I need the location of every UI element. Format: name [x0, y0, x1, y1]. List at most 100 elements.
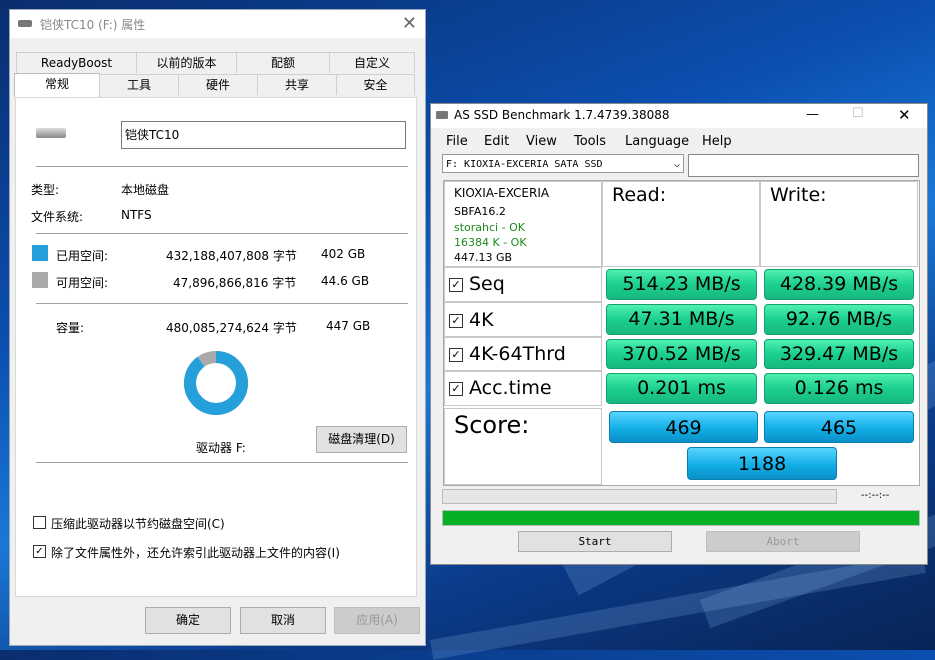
acctime-read-value: 0.201 ms	[606, 373, 757, 404]
free-color-swatch	[32, 272, 48, 288]
tab-tools[interactable]: 工具	[99, 74, 179, 95]
acctime-text: Acc.time	[469, 377, 552, 399]
used-label: 已用空间:	[56, 249, 109, 263]
4k64-checkbox[interactable]: ✓	[449, 348, 463, 362]
menu-file[interactable]: File	[446, 134, 468, 149]
write-header-cell: Write:	[760, 181, 918, 267]
task-progress-bar	[442, 489, 837, 504]
start-button[interactable]: Start	[518, 531, 672, 552]
score-write: 465	[764, 411, 914, 443]
acctime-write-value: 0.126 ms	[764, 373, 914, 404]
type-value: 本地磁盘	[121, 183, 170, 197]
tab-hardware[interactable]: 硬件	[178, 74, 258, 95]
overall-progress-bar	[442, 510, 920, 526]
disk-cleanup-button[interactable]: 磁盘清理(D)	[316, 426, 407, 453]
chevron-down-icon: ⌵	[673, 159, 680, 170]
used-color-swatch	[32, 245, 48, 261]
4k-checkbox[interactable]: ✓	[449, 314, 463, 328]
capacity-gb: 447 GB	[326, 319, 371, 333]
cancel-button[interactable]: 取消	[240, 607, 326, 634]
tab-general[interactable]: 常规	[14, 73, 100, 97]
usage-donut-chart	[184, 351, 248, 415]
alignment-status: 16384 K - OK	[454, 236, 527, 249]
tab-readyboost[interactable]: ReadyBoost	[16, 52, 137, 73]
4k64-text: 4K-64Thrd	[469, 343, 566, 365]
compress-checkbox[interactable]	[33, 516, 46, 529]
used-gb: 402 GB	[321, 247, 366, 261]
minimize-icon[interactable]: —	[806, 107, 819, 122]
acctime-label[interactable]: ✓ Acc.time	[449, 377, 552, 399]
score-label-cell: Score:	[444, 408, 602, 485]
row-4k: ✓ 4K	[444, 302, 602, 337]
asssd-titlebar: AS SSD Benchmark 1.7.4739.38088 — ☐ ✕	[431, 104, 927, 128]
menu-language[interactable]: Language	[625, 134, 689, 149]
index-label: 除了文件属性外，还允许索引此驱动器上文件的内容(I)	[51, 546, 340, 560]
read-header-cell: Read:	[602, 181, 760, 267]
divider	[36, 462, 408, 463]
menu-edit[interactable]: Edit	[484, 134, 509, 149]
row-acctime: ✓ Acc.time	[444, 371, 602, 406]
4k64-label[interactable]: ✓ 4K-64Thrd	[449, 343, 566, 365]
capacity-bytes: 480,085,274,624 字节	[166, 321, 297, 335]
drive-name-input[interactable]: 铠侠TC10	[121, 121, 406, 149]
write-header: Write:	[770, 184, 827, 206]
acctime-checkbox[interactable]: ✓	[449, 382, 463, 396]
properties-window: 铠侠TC10 (F:) 属性 ✕ ReadyBoost 以前的版本 配额 自定义…	[9, 9, 426, 646]
divider	[36, 233, 408, 234]
free-gb: 44.6 GB	[321, 274, 370, 288]
ok-button[interactable]: 确定	[145, 607, 231, 634]
drive-info-field[interactable]	[688, 154, 919, 177]
tab-previous-versions[interactable]: 以前的版本	[136, 52, 237, 73]
apply-button[interactable]: 应用(A)	[334, 607, 420, 634]
tab-security[interactable]: 安全	[336, 74, 415, 95]
menu-tools[interactable]: Tools	[574, 134, 606, 149]
menu-help[interactable]: Help	[702, 134, 732, 149]
free-label: 可用空间:	[56, 276, 109, 290]
filesystem-label: 文件系统:	[31, 210, 84, 224]
4k-label[interactable]: ✓ 4K	[449, 309, 494, 331]
4k-read-value: 47.31 MB/s	[606, 304, 757, 335]
row-seq: ✓ Seq	[444, 267, 602, 302]
maximize-icon[interactable]: ☐	[852, 106, 864, 121]
row-4k64: ✓ 4K-64Thrd	[444, 337, 602, 371]
read-header: Read:	[612, 184, 667, 206]
4k64-read-value: 370.52 MB/s	[606, 339, 757, 369]
seq-read-value: 514.23 MB/s	[606, 269, 757, 300]
elapsed-timer: --:--:--	[861, 490, 890, 501]
window-title: 铠侠TC10 (F:) 属性	[40, 18, 146, 32]
drive-firmware: SBFA16.2	[454, 205, 506, 218]
drive-select[interactable]: F: KIOXIA-EXCERIA SATA SSD ⌵	[442, 154, 684, 173]
drive-icon	[18, 20, 32, 27]
used-arc	[184, 351, 248, 415]
compress-label: 压缩此驱动器以节约磁盘空间(C)	[51, 517, 225, 531]
close-icon[interactable]: ✕	[898, 106, 911, 124]
properties-titlebar: 铠侠TC10 (F:) 属性 ✕	[10, 10, 425, 38]
score-label: Score:	[454, 411, 530, 439]
seq-text: Seq	[469, 273, 505, 295]
used-bytes: 432,188,407,808 字节	[166, 249, 297, 263]
divider	[36, 166, 408, 167]
drive-letter-label: 驱动器 F:	[196, 441, 246, 455]
4k64-write-value: 329.47 MB/s	[764, 339, 914, 369]
app-title: AS SSD Benchmark 1.7.4739.38088	[454, 108, 670, 122]
divider	[36, 303, 408, 304]
results-grid: KIOXIA-EXCERIA SBFA16.2 storahci - OK 16…	[443, 180, 920, 486]
close-icon[interactable]: ✕	[402, 13, 417, 34]
asssd-window: AS SSD Benchmark 1.7.4739.38088 — ☐ ✕ Fi…	[430, 103, 928, 565]
filesystem-value: NTFS	[121, 208, 152, 222]
seq-label[interactable]: ✓ Seq	[449, 273, 505, 295]
drive-size: 447.13 GB	[454, 251, 513, 264]
tab-quota[interactable]: 配额	[236, 52, 330, 73]
score-read: 469	[609, 411, 758, 443]
abort-button[interactable]: Abort	[706, 531, 860, 552]
tab-customize[interactable]: 自定义	[329, 52, 415, 73]
free-bytes: 47,896,866,816 字节	[173, 276, 297, 290]
seq-checkbox[interactable]: ✓	[449, 278, 463, 292]
tab-sharing[interactable]: 共享	[257, 74, 337, 95]
capacity-label: 容量:	[56, 321, 85, 335]
drive-info-cell: KIOXIA-EXCERIA SBFA16.2 storahci - OK 16…	[444, 181, 602, 267]
drive-large-icon	[36, 128, 66, 138]
index-checkbox[interactable]: ✓	[33, 545, 46, 558]
menu-view[interactable]: View	[526, 134, 557, 149]
seq-write-value: 428.39 MB/s	[764, 269, 914, 300]
